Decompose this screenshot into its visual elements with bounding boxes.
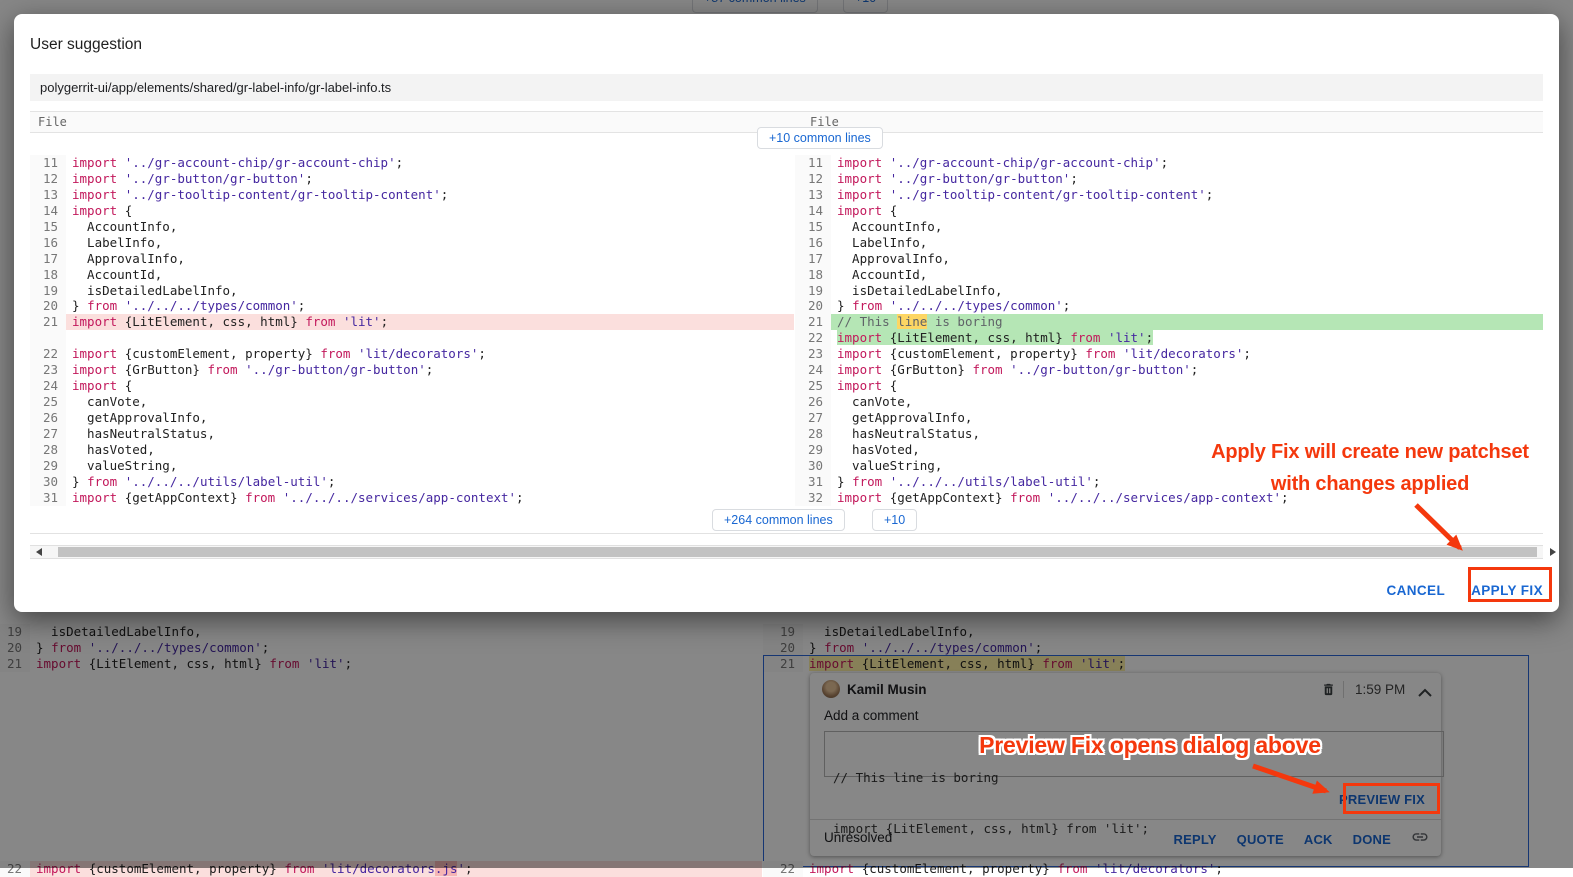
code-line: 21import {LitElement, css, html} from 'l… [30,314,794,330]
user-suggestion-dialog: User suggestion polygerrit-ui/app/elemen… [14,14,1559,612]
code-line: 32import {getAppContext} from '../../../… [795,490,1543,506]
code-line: 18 AccountId, [795,267,1543,283]
scroll-right-arrow[interactable] [1550,548,1556,556]
code-line: 17 ApprovalInfo, [795,251,1543,267]
code-line: 28 hasVoted, [30,442,794,458]
code-line: 13import '../gr-tooltip-content/gr-toolt… [30,187,794,203]
file-path: polygerrit-ui/app/elements/shared/gr-lab… [30,74,1543,101]
diff-bottom-border [30,533,1543,534]
code-line: 26 canVote, [795,394,1543,410]
code-line: 25 canVote, [30,394,794,410]
expand-lines-button[interactable]: +10 [872,509,917,531]
code-line: 23import {GrButton} from '../gr-button/g… [30,362,794,378]
scrollbar-thumb[interactable] [58,547,1537,557]
scroll-left-arrow[interactable] [36,548,42,556]
code-line: 14import { [30,203,794,219]
code-line: 29 hasVoted, [795,442,1543,458]
code-line: 31} from '../../../utils/label-util'; [795,474,1543,490]
code-line: 29 valueString, [30,458,794,474]
code-line: 15 AccountInfo, [30,219,794,235]
code-line: 23import {customElement, property} from … [795,346,1543,362]
code-line: 20} from '../../../types/common'; [30,298,794,314]
common-lines-button[interactable]: +10 common lines [757,127,883,149]
code-line: 11import '../gr-account-chip/gr-account-… [795,155,1543,171]
code-line: 22import {LitElement, css, html} from 'l… [795,330,1543,346]
cancel-button[interactable]: CANCEL [1386,578,1445,604]
code-line: 24import {GrButton} from '../gr-button/g… [795,362,1543,378]
code-line: 18 AccountId, [30,267,794,283]
horizontal-scrollbar[interactable] [30,545,1543,559]
code-line: 28 hasNeutralStatus, [795,426,1543,442]
diff-right-pane: 11import '../gr-account-chip/gr-account-… [795,155,1543,506]
code-line: 30 valueString, [795,458,1543,474]
code-line: 20} from '../../../types/common'; [795,298,1543,314]
code-line: 11import '../gr-account-chip/gr-account-… [30,155,794,171]
diff-left-pane: 11import '../gr-account-chip/gr-account-… [30,155,794,506]
code-line [30,330,794,346]
dialog-actions: CANCEL APPLY FIX [1386,578,1543,604]
apply-fix-button[interactable]: APPLY FIX [1471,578,1543,604]
code-line: 17 ApprovalInfo, [30,251,794,267]
code-line: 21// This line is boring [795,314,1543,330]
code-line: 12import '../gr-button/gr-button'; [795,171,1543,187]
code-line: 19 isDetailedLabelInfo, [795,283,1543,299]
code-line: 16 LabelInfo, [795,235,1543,251]
code-line: 25import { [795,378,1543,394]
code-line: 24import { [30,378,794,394]
left-file-header: File [38,115,67,129]
code-line: 16 LabelInfo, [30,235,794,251]
dialog-title: User suggestion [30,36,142,54]
code-line: 31import {getAppContext} from '../../../… [30,490,794,506]
code-line: 22import {customElement, property} from … [30,346,794,362]
code-line: 14import { [795,203,1543,219]
code-line: 15 AccountInfo, [795,219,1543,235]
common-lines-button[interactable]: +264 common lines [712,509,845,531]
code-line: 27 hasNeutralStatus, [30,426,794,442]
code-line: 19 isDetailedLabelInfo, [30,283,794,299]
code-line: 27 getApprovalInfo, [795,410,1543,426]
code-line: 12import '../gr-button/gr-button'; [30,171,794,187]
code-line: 26 getApprovalInfo, [30,410,794,426]
code-line: 13import '../gr-tooltip-content/gr-toolt… [795,187,1543,203]
code-line: 30} from '../../../utils/label-util'; [30,474,794,490]
